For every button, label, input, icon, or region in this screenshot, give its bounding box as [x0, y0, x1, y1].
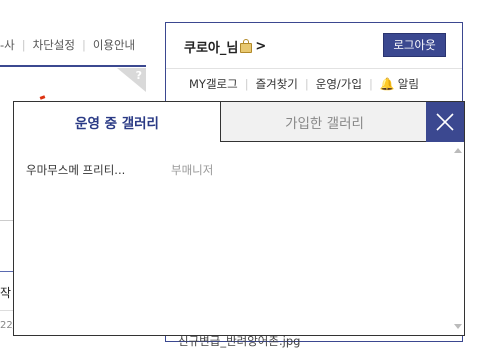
user-nickname-link[interactable]: 쿠로아_님 > — [184, 37, 266, 56]
top-link-block-settings[interactable]: 차단설정 — [33, 37, 75, 53]
menu-notifications-label: 알림 — [397, 77, 419, 91]
gallery-name[interactable]: 우마무스메 프리티... — [26, 162, 171, 178]
menu-manage-join[interactable]: 운영/가입 — [316, 76, 362, 92]
help-corner[interactable]: ? — [117, 68, 146, 92]
separator: | — [81, 38, 86, 52]
user-menu: MY갤로그 | 즐겨찾기 | 운영/가입 | 🔔 알림 — [189, 76, 419, 92]
tab-managing-galleries[interactable]: 운영 중 갤러리 — [14, 102, 220, 142]
close-button[interactable] — [426, 102, 464, 142]
scroll-up-arrow-icon[interactable] — [454, 148, 462, 153]
chevron-right-icon: > — [255, 39, 267, 54]
gallery-role: 부매니저 — [171, 163, 214, 177]
user-nickname: 쿠로아_님 — [184, 41, 239, 56]
list-item[interactable]: 우마무스메 프리티... 부매니저 — [26, 161, 444, 179]
lock-icon — [240, 39, 253, 53]
scrollbar[interactable] — [452, 146, 463, 333]
bell-icon: 🔔 — [379, 77, 395, 91]
help-icon: ? — [135, 69, 142, 82]
top-link-partial[interactable]: -사 — [0, 37, 15, 53]
background-table-line — [0, 271, 14, 272]
tab-joined-galleries[interactable]: 가입한 갤러리 — [220, 102, 428, 142]
separator: | — [304, 77, 309, 91]
scroll-down-arrow-icon[interactable] — [454, 324, 462, 329]
close-icon — [436, 113, 454, 131]
background-table-header: 작 — [0, 286, 12, 300]
background-nav-line — [0, 65, 146, 67]
separator: | — [368, 77, 373, 91]
top-link-guide[interactable]: 이용안내 — [93, 37, 135, 53]
menu-favorites[interactable]: 즐겨찾기 — [256, 76, 298, 92]
background-table-line — [0, 310, 14, 311]
menu-my-gallog[interactable]: MY갤로그 — [189, 76, 238, 92]
menu-notifications[interactable]: 🔔 알림 — [380, 76, 419, 92]
top-links: -사 | 차단설정 | 이용안내 — [0, 36, 135, 54]
gallery-modal: 운영 중 갤러리 가입한 갤러리 우마무스메 프리티... 부매니저 — [13, 101, 465, 336]
divider — [166, 68, 462, 69]
separator: | — [21, 38, 26, 52]
gallery-list: 우마무스메 프리티... 부매니저 — [26, 161, 444, 179]
background-logo-fragment — [39, 95, 46, 100]
separator: | — [244, 77, 249, 91]
logout-button[interactable]: 로그아웃 — [383, 33, 446, 57]
